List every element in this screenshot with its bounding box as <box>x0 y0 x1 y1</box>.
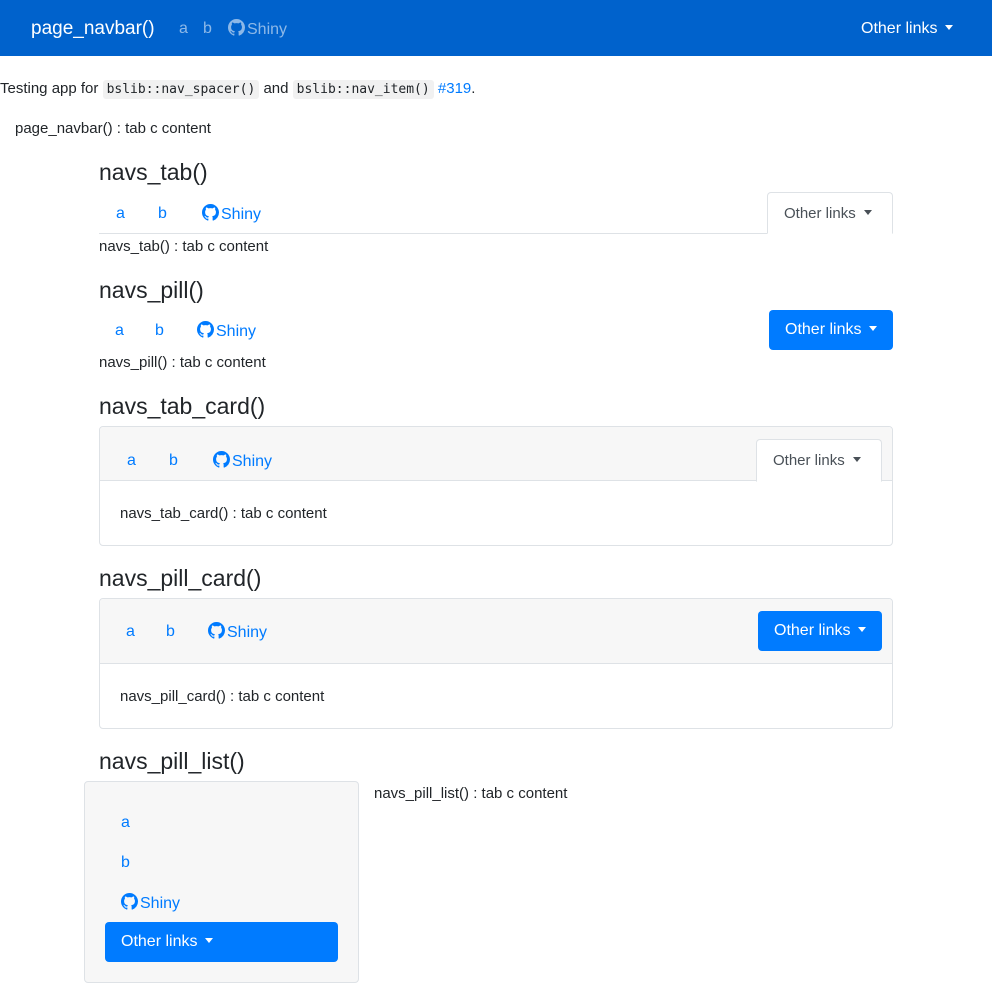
github-icon <box>202 204 219 221</box>
navs-tab-card-link-shiny[interactable]: Shiny <box>213 451 272 472</box>
navs-tab-shiny-label: Shiny <box>221 206 262 223</box>
navs-pill-list-tab-b[interactable]: b <box>121 853 130 873</box>
navs-tab-other-links-label: Other links <box>784 205 856 222</box>
navs-tab-card-tab-b[interactable]: b <box>169 451 178 471</box>
navs-tab-card-tab-a[interactable]: a <box>127 451 136 471</box>
caret-down-icon <box>852 457 861 462</box>
navs-pill-content: navs_pill() : tab c content <box>99 354 266 371</box>
section-title-navs-pill: navs_pill() <box>99 277 204 303</box>
caret-down-icon <box>945 25 954 30</box>
navs-pill-list-tab-a[interactable]: a <box>121 813 130 833</box>
navbar-link-shiny[interactable]: Shiny <box>228 19 287 40</box>
navs-pill-card-tab-a[interactable]: a <box>126 622 135 642</box>
navs-pill-tab-a[interactable]: a <box>115 321 124 341</box>
navs-tab-card-other-links-label: Other links <box>773 452 845 469</box>
intro-prefix: Testing app for <box>0 80 103 97</box>
navs-tab-tab-a[interactable]: a <box>116 204 125 224</box>
navbar-brand[interactable]: page_navbar() <box>31 17 155 41</box>
navbar-tab-b[interactable]: b <box>203 19 212 39</box>
navs-pill-card-other-links-label: Other links <box>774 622 851 639</box>
github-icon <box>228 19 245 36</box>
navs-pill-shiny-label: Shiny <box>216 323 257 340</box>
navs-tab-card-content: navs_tab_card() : tab c content <box>120 505 327 522</box>
navs-pill-link-shiny[interactable]: Shiny <box>197 321 256 342</box>
section-title-navs-tab-card: navs_tab_card() <box>99 393 266 419</box>
navs-pill-card-other-links-pill[interactable]: Other links <box>758 611 882 651</box>
navs-tab-card-other-links-tab[interactable]: Other links <box>756 439 882 482</box>
navs-tab-other-links-tab[interactable]: Other links <box>767 192 893 234</box>
navs-tab-content: navs_tab() : tab c content <box>99 238 269 255</box>
navs-pill-list-link-shiny[interactable]: Shiny <box>121 893 180 914</box>
navbar-link-shiny-label: Shiny <box>247 21 288 38</box>
intro-code-nav-item: bslib::nav_item() <box>292 80 434 99</box>
section-title-navs-pill-list: navs_pill_list() <box>99 748 245 774</box>
navbar-other-links-dropdown[interactable]: Other links <box>861 19 954 39</box>
navs-pill-other-links-label: Other links <box>785 321 862 338</box>
caret-down-icon <box>205 938 214 943</box>
section-title-navs-tab: navs_tab() <box>99 159 208 185</box>
navs-pill-list-content: navs_pill_list() : tab c content <box>374 785 568 802</box>
github-icon <box>213 451 230 468</box>
caret-down-icon <box>863 210 872 215</box>
github-icon <box>121 893 138 910</box>
caret-down-icon <box>858 627 867 632</box>
navs-tab-tab-b[interactable]: b <box>158 204 167 224</box>
navbar-tab-a[interactable]: a <box>179 19 188 39</box>
navs-pill-list-other-links-label: Other links <box>121 933 198 950</box>
intro-text: Testing app for bslib::nav_spacer() and … <box>0 79 475 100</box>
intro-suffix: . <box>471 80 476 97</box>
navs-tab-card-shiny-label: Shiny <box>232 453 273 470</box>
github-icon <box>197 321 214 338</box>
navs-pill-list-other-links-pill[interactable]: Other links <box>105 922 338 962</box>
navbar-other-links-label: Other links <box>861 20 938 37</box>
section-title-navs-pill-card: navs_pill_card() <box>99 565 262 591</box>
intro-and: and <box>259 80 293 97</box>
intro-code-nav-spacer: bslib::nav_spacer() <box>102 80 260 99</box>
navs-pill-card-content: navs_pill_card() : tab c content <box>120 688 325 705</box>
navs-pill-card-tab-b[interactable]: b <box>166 622 175 642</box>
navs-pill-card-link-shiny[interactable]: Shiny <box>208 622 267 643</box>
navs-pill-tab-b[interactable]: b <box>155 321 164 341</box>
github-icon <box>208 622 225 639</box>
navs-pill-list-shiny-label: Shiny <box>140 895 181 912</box>
navs-pill-other-links-pill[interactable]: Other links <box>769 310 893 350</box>
navs-pill-card-shiny-label: Shiny <box>227 624 268 641</box>
page-navbar-content: page_navbar() : tab c content <box>15 120 211 137</box>
navs-tab-link-shiny[interactable]: Shiny <box>202 204 261 225</box>
caret-down-icon <box>869 326 878 331</box>
issue-link[interactable]: #319 <box>438 80 471 97</box>
